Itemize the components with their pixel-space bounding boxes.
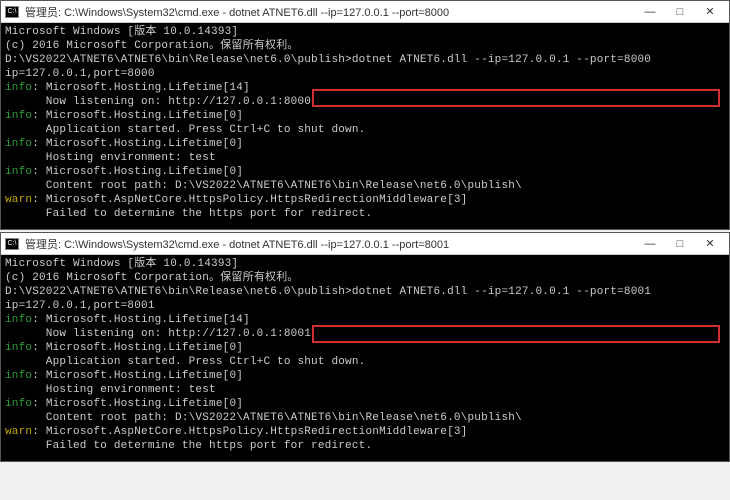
window-controls: — □ ✕ — [635, 234, 725, 254]
terminal-line: ip=127.0.0.1,port=8000 — [5, 67, 725, 81]
terminal-line: Application started. Press Ctrl+C to shu… — [5, 123, 725, 137]
log-message: : Microsoft.Hosting.Lifetime[14] — [32, 82, 250, 94]
close-button[interactable]: ✕ — [695, 2, 725, 22]
info-label: info — [5, 398, 32, 410]
titlebar[interactable]: C:\ 管理员: C:\Windows\System32\cmd.exe - d… — [1, 233, 729, 255]
log-message: : Microsoft.Hosting.Lifetime[0] — [32, 342, 243, 354]
terminal-line: Failed to determine the https port for r… — [5, 207, 725, 221]
maximize-button[interactable]: □ — [665, 234, 695, 254]
terminal-line: info: Microsoft.Hosting.Lifetime[0] — [5, 341, 725, 355]
terminal-line: Microsoft Windows [版本 10.0.14393] — [5, 257, 725, 271]
titlebar[interactable]: C:\ 管理员: C:\Windows\System32\cmd.exe - d… — [1, 1, 729, 23]
log-message: : Microsoft.Hosting.Lifetime[14] — [32, 314, 250, 326]
terminal-output[interactable]: Microsoft Windows [版本 10.0.14393](c) 201… — [1, 255, 729, 461]
info-label: info — [5, 342, 32, 354]
terminal-line: warn: Microsoft.AspNetCore.HttpsPolicy.H… — [5, 425, 725, 439]
log-message: : Microsoft.Hosting.Lifetime[0] — [32, 138, 243, 150]
terminal-line: info: Microsoft.Hosting.Lifetime[0] — [5, 397, 725, 411]
terminal-line: Microsoft Windows [版本 10.0.14393] — [5, 25, 725, 39]
terminal-line: ip=127.0.0.1,port=8001 — [5, 299, 725, 313]
window-title: 管理员: C:\Windows\System32\cmd.exe - dotne… — [25, 4, 635, 20]
terminal-line: info: Microsoft.Hosting.Lifetime[14] — [5, 81, 725, 95]
cmd-icon: C:\ — [5, 238, 19, 250]
window-controls: — □ ✕ — [635, 2, 725, 22]
terminal-line: info: Microsoft.Hosting.Lifetime[14] — [5, 313, 725, 327]
terminal-line: D:\VS2022\ATNET6\ATNET6\bin\Release\net6… — [5, 53, 725, 67]
minimize-button[interactable]: — — [635, 234, 665, 254]
cmd-window-2: C:\ 管理员: C:\Windows\System32\cmd.exe - d… — [0, 232, 730, 462]
log-message: : Microsoft.AspNetCore.HttpsPolicy.Https… — [32, 426, 467, 438]
maximize-button[interactable]: □ — [665, 2, 695, 22]
terminal-line: info: Microsoft.Hosting.Lifetime[0] — [5, 109, 725, 123]
warn-label: warn — [5, 194, 32, 206]
window-title: 管理员: C:\Windows\System32\cmd.exe - dotne… — [25, 236, 635, 252]
warn-label: warn — [5, 426, 32, 438]
info-label: info — [5, 314, 32, 326]
log-message: : Microsoft.AspNetCore.HttpsPolicy.Https… — [32, 194, 467, 206]
terminal-line: (c) 2016 Microsoft Corporation。保留所有权利。 — [5, 271, 725, 285]
info-label: info — [5, 166, 32, 178]
info-label: info — [5, 82, 32, 94]
terminal-line: Application started. Press Ctrl+C to shu… — [5, 355, 725, 369]
terminal-line: warn: Microsoft.AspNetCore.HttpsPolicy.H… — [5, 193, 725, 207]
terminal-line: (c) 2016 Microsoft Corporation。保留所有权利。 — [5, 39, 725, 53]
terminal-line: info: Microsoft.Hosting.Lifetime[0] — [5, 165, 725, 179]
terminal-line: Content root path: D:\VS2022\ATNET6\ATNE… — [5, 411, 725, 425]
terminal-line: Failed to determine the https port for r… — [5, 439, 725, 453]
log-message: : Microsoft.Hosting.Lifetime[0] — [32, 166, 243, 178]
log-message: : Microsoft.Hosting.Lifetime[0] — [32, 370, 243, 382]
terminal-line: info: Microsoft.Hosting.Lifetime[0] — [5, 137, 725, 151]
terminal-line: Content root path: D:\VS2022\ATNET6\ATNE… — [5, 179, 725, 193]
log-message: : Microsoft.Hosting.Lifetime[0] — [32, 398, 243, 410]
log-message: : Microsoft.Hosting.Lifetime[0] — [32, 110, 243, 122]
close-button[interactable]: ✕ — [695, 234, 725, 254]
info-label: info — [5, 110, 32, 122]
terminal-output[interactable]: Microsoft Windows [版本 10.0.14393](c) 201… — [1, 23, 729, 229]
cmd-icon: C:\ — [5, 6, 19, 18]
terminal-line: Now listening on: http://127.0.0.1:8000 — [5, 95, 725, 109]
info-label: info — [5, 370, 32, 382]
terminal-line: Now listening on: http://127.0.0.1:8001 — [5, 327, 725, 341]
info-label: info — [5, 138, 32, 150]
terminal-line: D:\VS2022\ATNET6\ATNET6\bin\Release\net6… — [5, 285, 725, 299]
minimize-button[interactable]: — — [635, 2, 665, 22]
terminal-line: Hosting environment: test — [5, 151, 725, 165]
cmd-window-1: C:\ 管理员: C:\Windows\System32\cmd.exe - d… — [0, 0, 730, 230]
terminal-line: Hosting environment: test — [5, 383, 725, 397]
terminal-line: info: Microsoft.Hosting.Lifetime[0] — [5, 369, 725, 383]
